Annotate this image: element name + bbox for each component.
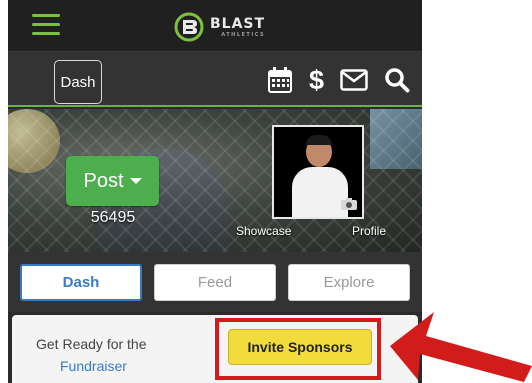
caret-down-icon: [129, 178, 142, 184]
search-icon[interactable]: [384, 67, 410, 93]
brand-logo: BLAST ATHLETICS: [174, 12, 265, 42]
brand-name: BLAST ATHLETICS: [210, 17, 265, 38]
tab-bar: Dash Feed Explore: [8, 252, 422, 312]
annotation-highlight-box: [215, 318, 381, 380]
profile-photo-hair: [306, 135, 332, 145]
post-label: Post: [83, 169, 124, 192]
calendar-icon[interactable]: [267, 66, 293, 94]
nav-icon-group: $: [267, 65, 410, 95]
camera-icon[interactable]: [340, 197, 358, 211]
hamburger-menu-icon[interactable]: [32, 14, 60, 36]
dash-button[interactable]: Dash: [54, 60, 102, 104]
profile-link[interactable]: Profile: [352, 224, 386, 238]
fundraiser-link[interactable]: Fundraiser: [60, 355, 147, 377]
dollar-icon[interactable]: $: [309, 66, 324, 94]
post-dropdown-button[interactable]: Post: [66, 156, 159, 206]
showcase-link[interactable]: Showcase: [236, 224, 291, 238]
blast-logo-icon: [174, 12, 204, 42]
tab-dash[interactable]: Dash: [20, 264, 142, 301]
profile-photo[interactable]: [272, 125, 364, 219]
brand-name-text: BLAST: [210, 15, 266, 32]
annotation-arrow-icon: [390, 312, 532, 382]
mail-icon[interactable]: [340, 69, 368, 91]
hero-banner: Post 56495 Showcase Profile: [8, 109, 422, 252]
tab-feed[interactable]: Feed: [154, 264, 276, 301]
post-count: 56495: [90, 209, 136, 226]
tab-explore[interactable]: Explore: [288, 264, 410, 301]
brand-tagline: ATHLETICS: [221, 31, 266, 38]
fundraiser-prompt-text: Get Ready for the: [36, 336, 147, 352]
profile-photo-body: [292, 167, 348, 217]
top-bar: BLAST ATHLETICS: [8, 0, 422, 52]
fundraiser-prompt: Get Ready for the Fundraiser: [36, 333, 147, 377]
secondary-nav: Dash $: [8, 52, 422, 107]
